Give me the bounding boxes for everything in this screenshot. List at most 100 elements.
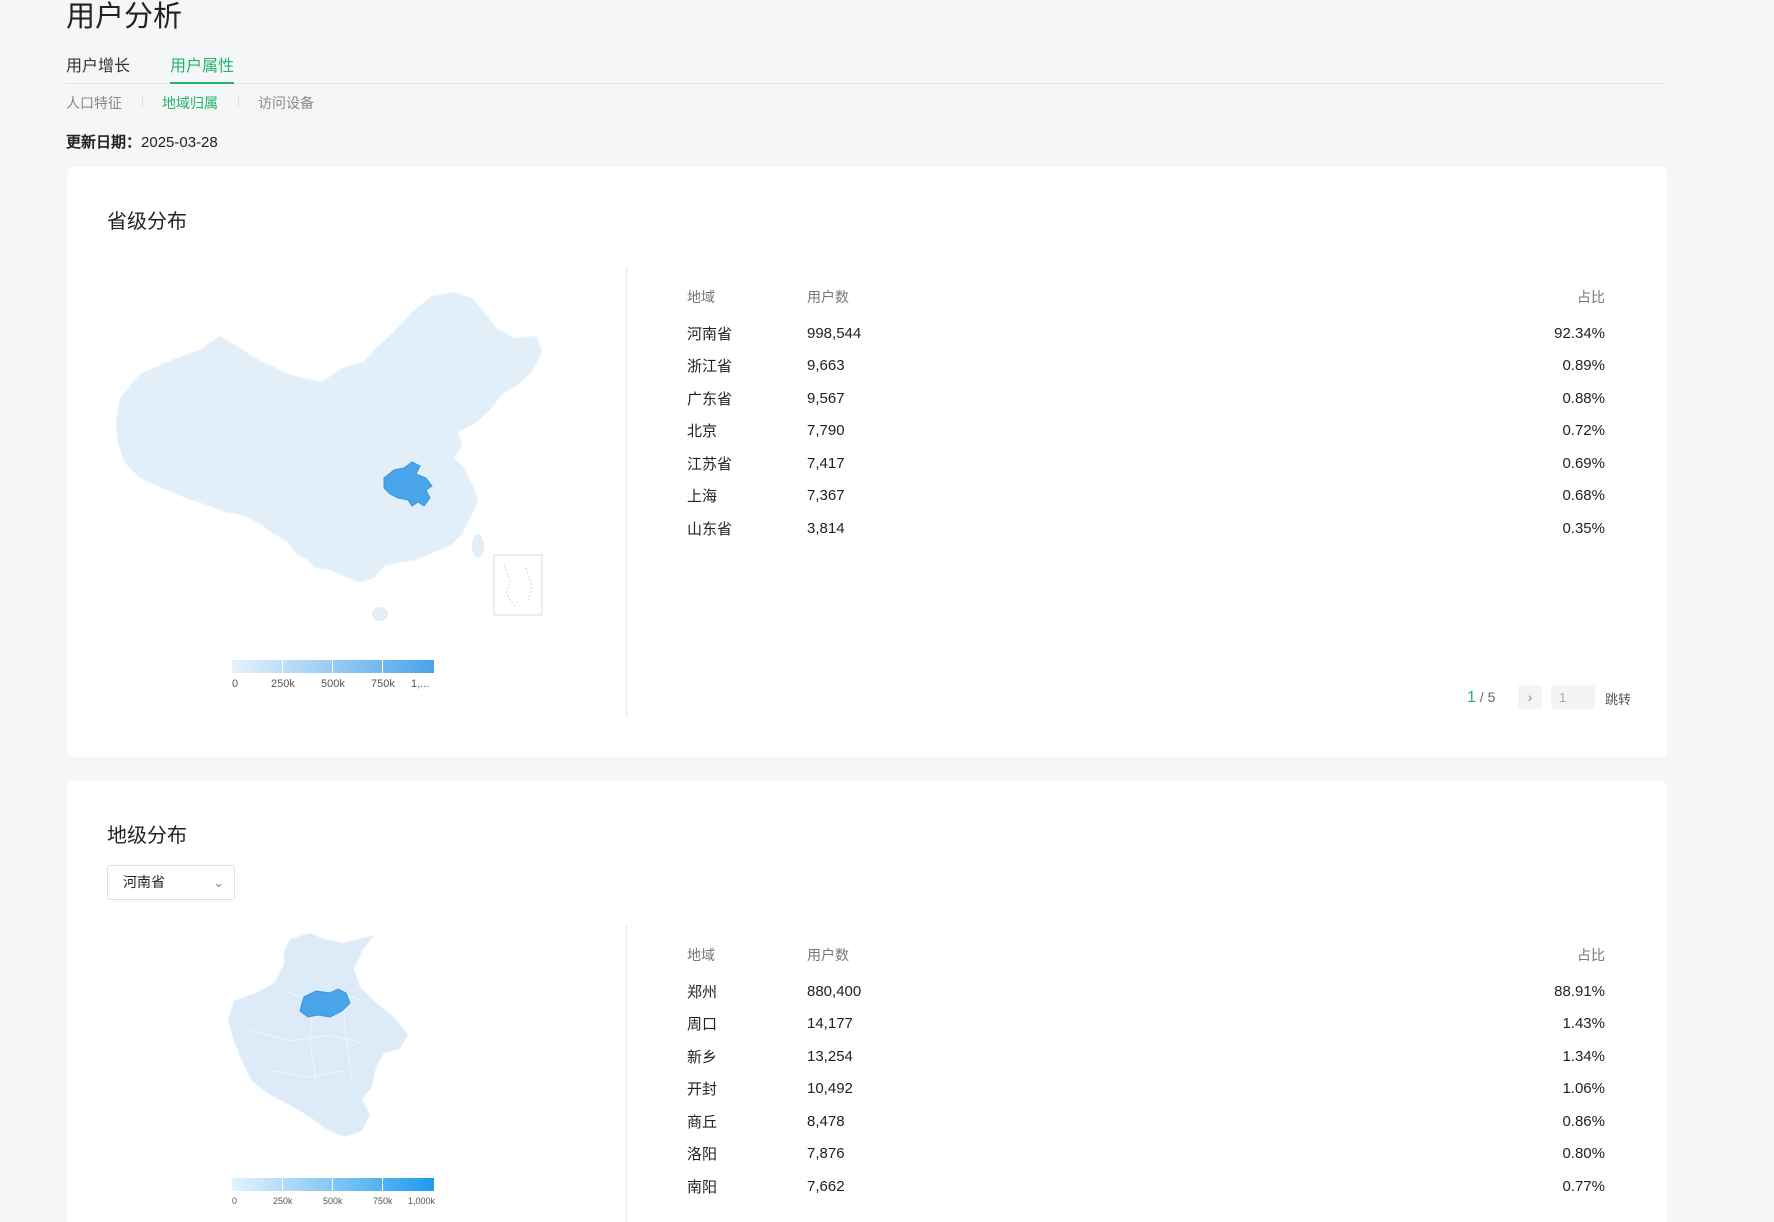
tab-user-attributes[interactable]: 用户属性 bbox=[170, 56, 235, 84]
update-date-label: 更新日期： bbox=[66, 134, 142, 151]
henan-region-shape bbox=[227, 932, 409, 1138]
ratio-cell: 0.69% bbox=[1562, 454, 1605, 472]
column-header-ratio: 占比 bbox=[1577, 289, 1605, 305]
region-cell: 洛阳 bbox=[687, 1146, 718, 1164]
taiwan-island-shape bbox=[472, 534, 484, 558]
users-cell: 9,663 bbox=[807, 357, 845, 375]
ratio-cell: 0.77% bbox=[1562, 1177, 1605, 1195]
vertical-divider bbox=[626, 267, 627, 717]
ratio-cell: 88.91% bbox=[1554, 982, 1605, 1000]
legend-label: 1,000k bbox=[408, 1196, 436, 1206]
users-cell: 8,478 bbox=[807, 1112, 845, 1130]
pager-current-page: 1 bbox=[1467, 689, 1476, 706]
region-cell: 上海 bbox=[687, 488, 718, 506]
city-map-legend: 0 250k 500k 750k 1,000k bbox=[232, 1178, 442, 1210]
legend-label: 1,... bbox=[411, 678, 430, 690]
city-card: 地级分布 河南省 ⌄ 0 250k 500k 750k 1,000k 地域 用户… bbox=[67, 781, 1667, 1222]
subtab-device[interactable]: 访问设备 bbox=[258, 93, 314, 113]
legend-label: 750k bbox=[373, 1196, 393, 1206]
ratio-cell: 1.34% bbox=[1562, 1047, 1605, 1065]
table-row: 开封 10,492 1.06% bbox=[687, 1073, 1605, 1106]
table-row: 北京 7,790 0.72% bbox=[687, 415, 1605, 448]
table-header-row: 地域 用户数 占比 bbox=[687, 945, 1605, 975]
card-title: 省级分布 bbox=[107, 211, 187, 233]
users-cell: 880,400 bbox=[807, 982, 862, 1000]
ratio-cell: 92.34% bbox=[1554, 324, 1605, 342]
region-cell: 南阳 bbox=[687, 1178, 718, 1196]
users-cell: 7,367 bbox=[807, 487, 845, 505]
table-row: 新乡 13,254 1.34% bbox=[687, 1040, 1605, 1073]
chevron-right-icon[interactable]: › bbox=[1518, 685, 1542, 709]
region-cell: 河南省 bbox=[687, 325, 733, 343]
users-cell: 7,662 bbox=[807, 1177, 845, 1195]
subtab-separator bbox=[142, 96, 143, 108]
legend-label: 250k bbox=[273, 1196, 293, 1206]
subtab-region[interactable]: 地域归属 bbox=[162, 93, 218, 113]
ratio-cell: 0.35% bbox=[1562, 519, 1605, 537]
table-row: 洛阳 7,876 0.80% bbox=[687, 1138, 1605, 1171]
china-map[interactable] bbox=[112, 290, 562, 640]
legend-label: 0 bbox=[232, 1196, 238, 1206]
page-jump-input[interactable] bbox=[1551, 685, 1595, 709]
update-date-value: 2025-03-28 bbox=[141, 134, 218, 151]
legend-label: 500k bbox=[321, 678, 345, 690]
page-title: 用户分析 bbox=[66, 1, 183, 33]
ratio-cell: 0.89% bbox=[1562, 357, 1605, 375]
henan-map[interactable] bbox=[212, 931, 452, 1161]
users-cell: 10,492 bbox=[807, 1080, 853, 1098]
legend-label: 0 bbox=[232, 678, 239, 690]
select-value: 河南省 bbox=[123, 874, 165, 890]
column-header-region: 地域 bbox=[687, 947, 715, 963]
table-row: 南阳 7,662 0.77% bbox=[687, 1170, 1605, 1203]
column-header-ratio: 占比 bbox=[1577, 947, 1605, 963]
table-row: 浙江省 9,663 0.89% bbox=[687, 350, 1605, 383]
region-cell: 郑州 bbox=[687, 983, 718, 1001]
table-row: 河南省 998,544 92.34% bbox=[687, 317, 1605, 350]
ratio-cell: 0.72% bbox=[1562, 422, 1605, 440]
tab-user-growth[interactable]: 用户增长 bbox=[66, 56, 130, 84]
region-cell: 江苏省 bbox=[687, 455, 733, 473]
ratio-cell: 0.86% bbox=[1562, 1112, 1605, 1130]
table-row: 郑州 880,400 88.91% bbox=[687, 975, 1605, 1008]
users-cell: 9,567 bbox=[807, 389, 845, 407]
province-table: 地域 用户数 占比 河南省 998,544 92.34% 浙江省 9,663 0.89%… bbox=[687, 287, 1605, 545]
table-row: 山东省 3,814 0.35% bbox=[687, 512, 1605, 545]
province-card: 省级分布 0 250k 500k 750k 1,... 地域 用户数 占比 河南… bbox=[67, 167, 1667, 757]
province-select[interactable]: 河南省 ⌄ bbox=[107, 865, 235, 900]
main-tabs: 用户增长 用户属性 bbox=[66, 54, 1666, 84]
table-row: 周口 14,177 1.43% bbox=[687, 1008, 1605, 1041]
table-header-row: 地域 用户数 占比 bbox=[687, 287, 1605, 317]
legend-gradient-bar bbox=[232, 660, 434, 673]
users-cell: 7,790 bbox=[807, 422, 845, 440]
table-row: 上海 7,367 0.68% bbox=[687, 480, 1605, 513]
region-cell: 山东省 bbox=[687, 520, 733, 538]
region-cell: 商丘 bbox=[687, 1113, 718, 1131]
pagination: 1 / 5 › 跳转 bbox=[1467, 685, 1631, 709]
legend-gradient-bar bbox=[232, 1178, 434, 1191]
hainan-island-shape bbox=[372, 607, 388, 621]
region-cell: 广东省 bbox=[687, 390, 733, 408]
ratio-cell: 1.43% bbox=[1562, 1015, 1605, 1033]
subtab-demographics[interactable]: 人口特征 bbox=[66, 93, 122, 113]
south-china-sea-inset bbox=[493, 554, 543, 616]
users-cell: 13,254 bbox=[807, 1047, 853, 1065]
vertical-divider bbox=[626, 925, 627, 1222]
table-row: 商丘 8,478 0.86% bbox=[687, 1105, 1605, 1138]
pager-total: / 5 bbox=[1475, 689, 1496, 705]
column-header-users: 用户数 bbox=[807, 289, 849, 305]
jump-button[interactable]: 跳转 bbox=[1605, 689, 1631, 708]
ratio-cell: 0.80% bbox=[1562, 1145, 1605, 1163]
table-row: 江苏省 7,417 0.69% bbox=[687, 447, 1605, 480]
region-cell: 开封 bbox=[687, 1081, 718, 1099]
ratio-cell: 1.06% bbox=[1562, 1080, 1605, 1098]
legend-label: 750k bbox=[371, 678, 395, 690]
table-row: 广东省 9,567 0.88% bbox=[687, 382, 1605, 415]
city-table: 地域 用户数 占比 郑州 880,400 88.91% 周口 14,177 1.43% … bbox=[687, 945, 1605, 1203]
region-cell: 新乡 bbox=[687, 1048, 718, 1066]
ratio-cell: 0.68% bbox=[1562, 487, 1605, 505]
users-cell: 14,177 bbox=[807, 1015, 853, 1033]
legend-label: 250k bbox=[271, 678, 295, 690]
card-title: 地级分布 bbox=[107, 825, 187, 847]
users-cell: 3,814 bbox=[807, 519, 845, 537]
users-cell: 7,876 bbox=[807, 1145, 845, 1163]
